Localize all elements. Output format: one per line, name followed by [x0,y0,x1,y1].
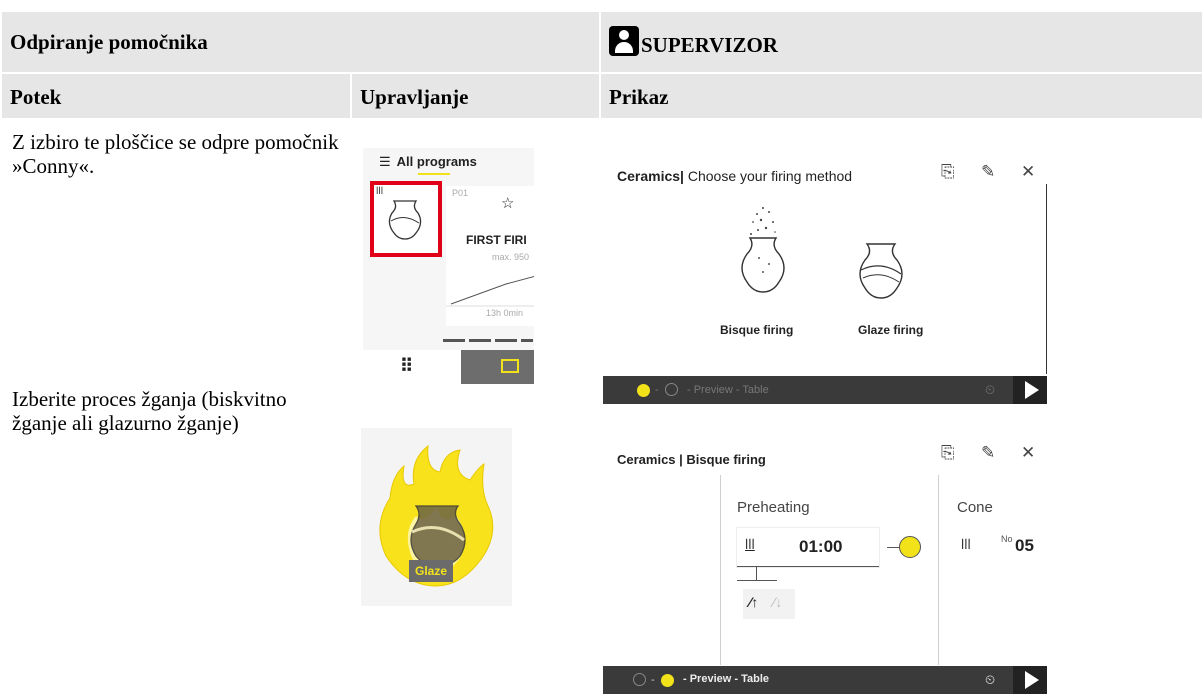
timer-icon[interactable]: ⏲ [985,382,995,398]
choose-firing-screenshot: Ceramics| Choose your firing method ⎘ ✎ … [603,148,1047,404]
edit-icon[interactable]: ✎ [981,162,995,182]
step-dot-active [637,384,650,397]
export-icon[interactable]: ⎘ [941,443,955,463]
col-header-potek: Potek [0,72,352,120]
edit-icon[interactable]: ✎ [981,443,995,463]
header-left-title: Odpiranje pomočnika [10,30,208,54]
timer-icon[interactable]: ⏲ [985,672,995,688]
all-programs-menu[interactable]: ☰ All programs [379,154,477,170]
title-separator: | [680,168,688,184]
program-name: FIRST FIRI [466,233,527,247]
play-icon [1025,381,1039,399]
page-indicator [443,339,533,342]
list-menu-icon: ☰ [379,154,391,169]
play-icon [1025,671,1039,689]
connector-line [887,547,899,548]
program-tile-screenshot: ☰ All programs P01 ☆ FIRST FIRI max. 950 … [363,148,534,384]
close-icon[interactable]: ✕ [1021,162,1035,182]
step-dash: - [655,384,659,396]
vase-icon [388,200,422,240]
glaze-firing-option[interactable]: Glaze firing [858,323,923,337]
glaze-selection-screenshot: Glaze [361,428,512,606]
all-programs-label: All programs [396,154,477,169]
row1-potek: Z izbiro te ploščice se odpre pomočnik »… [0,118,352,377]
side-divider [1046,184,1047,374]
header-left-cell: Odpiranje pomočnika [0,10,601,74]
col-potek-label: Potek [10,85,62,109]
choose-firing-header: Ceramics| Choose your firing method [617,168,852,184]
col-upravljanje-label: Upravljanje [360,85,469,109]
glaze-vase-icon[interactable] [853,242,909,302]
close-icon[interactable]: ✕ [1021,443,1035,463]
ramp-down-icon[interactable]: ⁄↓ [773,594,782,610]
chart-view-tab[interactable] [461,350,534,384]
row2-potek: Izberite proces žganja (biskvitno žganje… [0,375,352,687]
col-header-upravljanje: Upravljanje [350,72,601,120]
cone-label: Cone [957,499,993,516]
step-dot-inactive [665,383,678,396]
category-label: Ceramics [617,168,681,184]
program-duration: 13h 0min [486,308,524,318]
export-icon[interactable]: ⎘ [941,162,955,182]
glaze-badge: Glaze [409,560,453,582]
preheating-time: 01:00 [799,537,843,556]
wizard-steps: - Preview - Table [687,384,769,396]
ramp-up-icon[interactable]: ⁄↑ [749,594,758,610]
start-button[interactable] [1013,666,1047,694]
firing-curve-icon [446,276,534,307]
bisque-vase-icon[interactable] [733,200,793,300]
program-number: P01 [452,188,469,198]
chart-icon [501,359,519,373]
col-header-prikaz: Prikaz [599,72,1202,120]
grid-icon: ⠿ [400,356,413,376]
preheating-label: Preheating [737,499,810,516]
bisque-title: Ceramics | Bisque firing [617,452,766,467]
preheating-time-field[interactable]: ꟾꟾꟾ 01:00 [737,528,879,567]
cone-heat-icon: ꟾꟾꟾ [961,540,971,552]
wizard-footer: - - Preview - Table ⏲ [603,376,1047,404]
supervisor-user-icon [609,26,639,56]
ramp-buttons[interactable]: ⁄↑ ⁄↓ [743,589,795,619]
branch-line [756,566,757,580]
heat-icon: ꟾꟾꟾ [376,187,384,196]
step-dot-inactive [633,673,646,686]
program-card[interactable]: P01 ☆ FIRST FIRI max. 950 13h 0min [446,186,534,326]
conny-assistant-tile[interactable]: ꟾꟾꟾ [370,181,442,257]
col-prikaz-label: Prikaz [609,85,669,109]
row1-text: Z izbiro te ploščice se odpre pomočnik »… [12,130,339,178]
step-dot-active [661,674,674,687]
row2-text: Izberite proces žganja (biskvitno žganje… [12,387,287,435]
bisque-firing-screenshot: Ceramics | Bisque firing ⎘ ✎ ✕ Preheatin… [603,425,1047,694]
bisque-firing-option[interactable]: Bisque firing [720,323,793,337]
wizard-steps: - Preview - Table [683,673,769,685]
header-right-title: SUPERVIZOR [641,33,778,57]
menu-underline [418,173,450,175]
program-max-temp: max. 950 [492,252,530,262]
start-button[interactable] [1013,376,1047,404]
cone-field[interactable]: ꟾꟾꟾ No 05 [957,528,1047,566]
segment-divider-left [720,475,721,665]
favorite-star-icon[interactable]: ☆ [501,194,514,212]
subtitle-label: Choose your firing method [687,168,853,184]
wizard-footer: - - Preview - Table ⏲ [603,666,1047,694]
grid-view-tab[interactable]: ⠿ [363,350,461,384]
cone-no-prefix: No [1001,534,1013,544]
cone-value: 05 [1015,536,1034,555]
step-dash: - [651,674,655,686]
heat-ramp-icon: ꟾꟾꟾ [745,540,755,552]
header-right-cell: SUPERVIZOR [599,10,1202,74]
hold-toggle[interactable] [899,536,921,558]
branch-line-h [737,580,777,581]
segment-divider-right [938,475,939,665]
